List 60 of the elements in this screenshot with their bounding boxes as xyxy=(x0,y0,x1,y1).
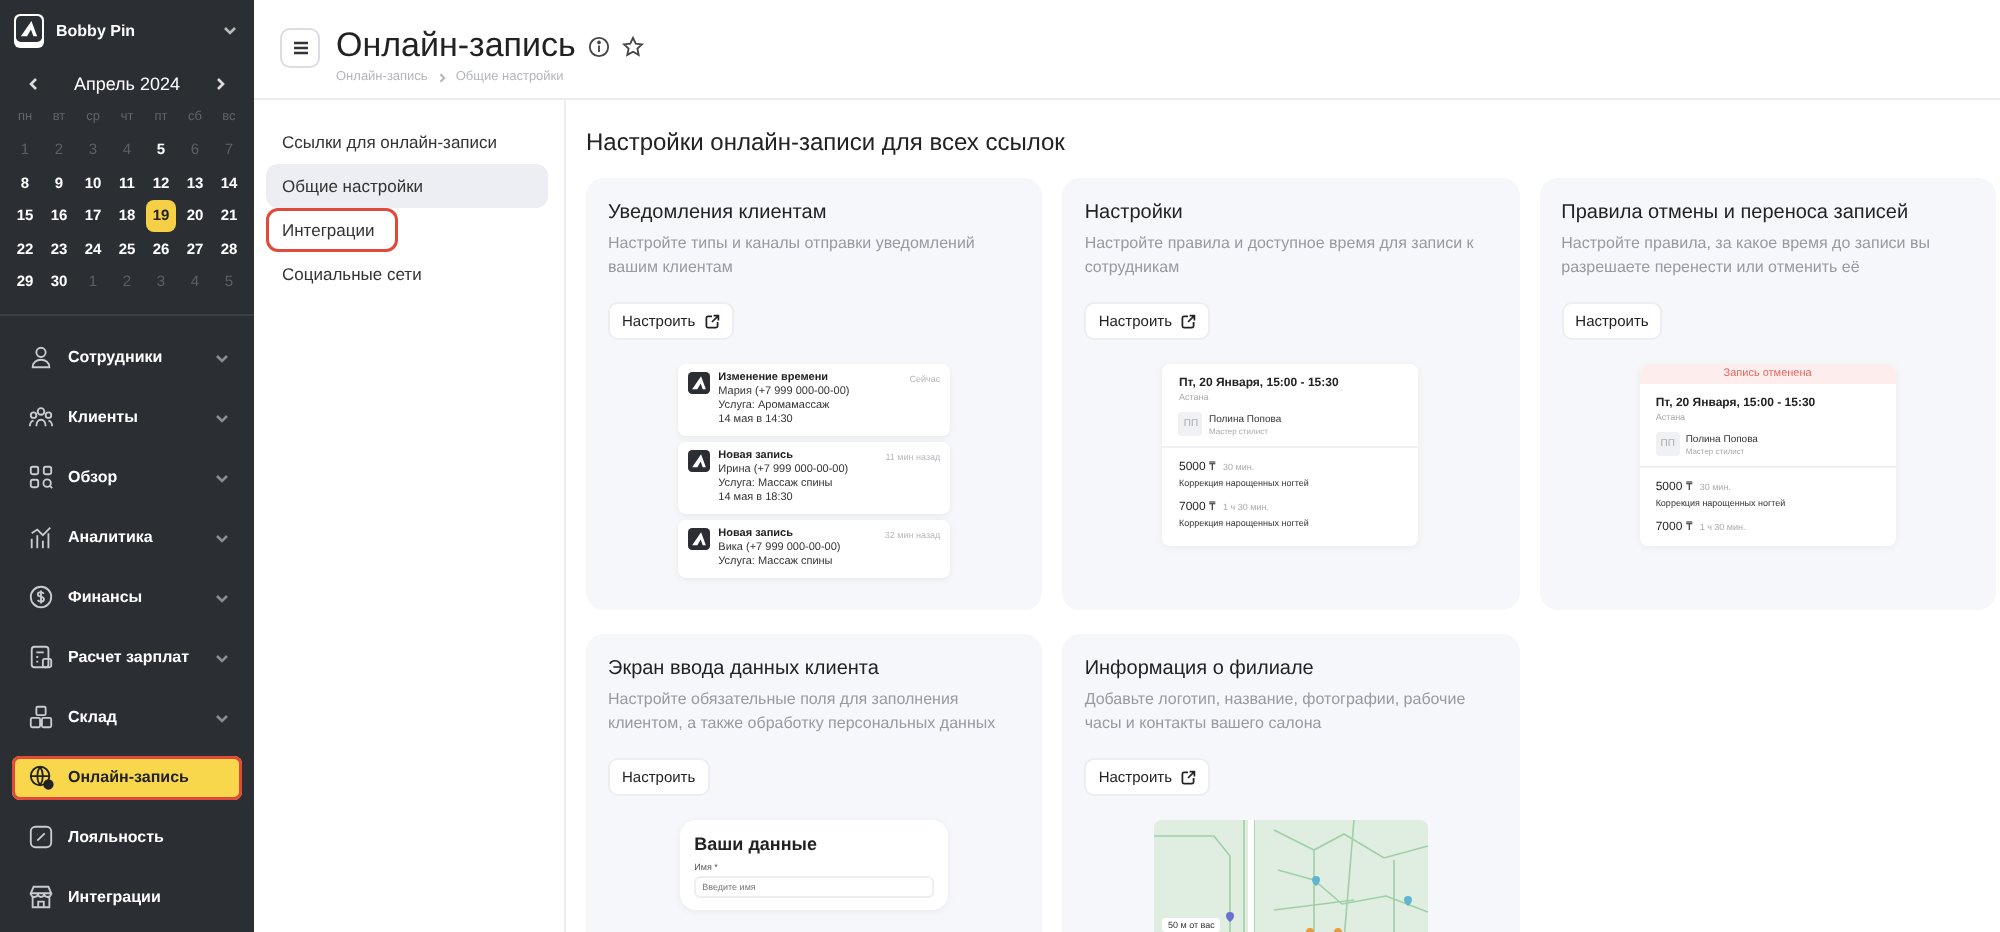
coin-icon xyxy=(28,584,54,610)
subnav-item[interactable]: Интеграции xyxy=(266,208,399,252)
card-description: Настройте правила и доступное время для записи к сотрудникам xyxy=(1084,232,1476,280)
card-description: Настройте типы и каналы отправки уведомлений вашим клиентам xyxy=(608,232,977,280)
nav-item[interactable]: Обзор xyxy=(12,455,242,499)
menu-icon xyxy=(291,40,309,56)
chevron-down-icon[interactable] xyxy=(214,349,230,365)
chevron-down-icon[interactable] xyxy=(214,709,230,725)
storefront-icon xyxy=(28,884,54,910)
external-link-icon xyxy=(1179,769,1196,785)
chevron-down-icon[interactable] xyxy=(222,22,238,38)
chevron-down-icon[interactable] xyxy=(214,469,230,485)
menu-button[interactable] xyxy=(280,28,320,68)
external-link-icon xyxy=(1179,313,1196,329)
badge-icon xyxy=(28,824,54,850)
boxes-icon xyxy=(28,704,54,730)
card-title: Правила отмены и переноса записей xyxy=(1561,200,1911,226)
chevron-left-icon[interactable] xyxy=(26,76,42,92)
nav-item[interactable]: Расчет зарплат xyxy=(12,635,242,679)
card-title: Настройки xyxy=(1084,200,1185,226)
logo-icon xyxy=(16,15,42,41)
chevron-down-icon[interactable] xyxy=(214,649,230,665)
logo-icon xyxy=(688,450,711,472)
nav-item[interactable]: Финансы xyxy=(12,575,242,619)
nav-item[interactable]: Склад xyxy=(12,695,242,739)
workspace-name: Bobby Pin xyxy=(56,21,138,39)
nav-item[interactable]: Клиенты xyxy=(12,395,242,439)
people-icon xyxy=(28,404,54,430)
chevron-down-icon[interactable] xyxy=(214,589,230,605)
globe-icon xyxy=(28,764,54,790)
card-title: Информация о филиале xyxy=(1084,656,1316,682)
chevron-down-icon[interactable] xyxy=(214,409,230,425)
subnav-item[interactable]: Ссылки для онлайн-записи xyxy=(266,120,548,164)
section-title: Настройки онлайн-записи для всех ссылок xyxy=(586,128,1067,156)
grid-icon xyxy=(28,464,54,490)
logo-icon xyxy=(688,372,711,394)
nav-item[interactable]: Сотрудники xyxy=(12,335,242,379)
nav-item[interactable]: Аналитика xyxy=(12,515,242,559)
form-title: Ваши данные xyxy=(694,834,819,854)
person-icon xyxy=(28,344,54,370)
card-description: Добавьте логотип, название, фотографии, рабочие часы и контакты вашего салона xyxy=(1084,688,1468,736)
star-icon[interactable] xyxy=(621,35,644,57)
calendar-month: Апрель 2024 xyxy=(73,74,181,94)
nav-item[interactable]: Лояльность xyxy=(12,815,242,859)
nav-item[interactable]: Онлайн-запись xyxy=(12,755,242,799)
chart-icon xyxy=(28,524,54,550)
card-title: Экран ввода данных клиента xyxy=(608,656,881,682)
info-icon[interactable] xyxy=(587,35,610,57)
chevron-right-icon[interactable] xyxy=(212,76,228,92)
logo-icon xyxy=(688,528,711,550)
subnav-item[interactable]: Социальные сети xyxy=(266,252,548,296)
card-title: Уведомления клиентам xyxy=(608,200,829,226)
page-title: Онлайн-запись xyxy=(336,26,576,66)
calculator-icon xyxy=(28,644,54,670)
chevron-down-icon[interactable] xyxy=(214,529,230,545)
card-description: Настройте правила, за какое время до записи вы разрешаете перенести или отменить её xyxy=(1561,232,1932,280)
card-description: Настройте обязательные поля для заполнения клиентом, а также обработку персональных данных xyxy=(608,688,998,736)
nav-item[interactable]: Интеграции xyxy=(12,875,242,919)
external-link-icon xyxy=(703,313,720,329)
subnav-item[interactable]: Общие настройки xyxy=(266,164,548,208)
